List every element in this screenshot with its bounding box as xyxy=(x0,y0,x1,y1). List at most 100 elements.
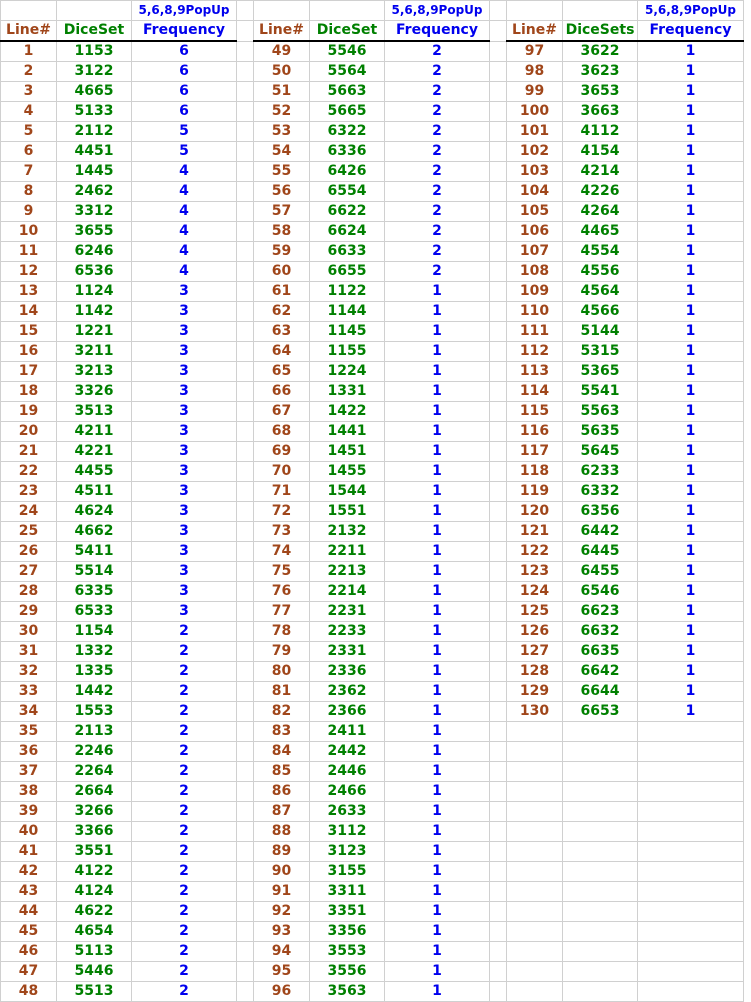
empty-cell[interactable] xyxy=(506,0,563,21)
line-number-cell[interactable]: 48 xyxy=(0,981,57,1002)
frequency-cell[interactable]: 1 xyxy=(384,701,490,722)
separator-cell[interactable] xyxy=(236,701,254,722)
frequency-cell[interactable]: 1 xyxy=(637,361,744,382)
line-number-cell[interactable]: 104 xyxy=(506,181,563,202)
empty-cell[interactable] xyxy=(506,761,563,782)
separator-cell[interactable] xyxy=(236,361,254,382)
dice-set-cell[interactable]: 3312 xyxy=(56,201,132,222)
line-number-cell[interactable]: 129 xyxy=(506,681,563,702)
dice-set-cell[interactable]: 4455 xyxy=(56,461,132,482)
empty-cell[interactable] xyxy=(637,901,744,922)
separator-cell[interactable] xyxy=(236,961,254,982)
column-header-freq[interactable]: Frequency xyxy=(131,20,237,42)
line-number-cell[interactable]: 62 xyxy=(253,301,310,322)
separator-cell[interactable] xyxy=(489,61,507,82)
line-number-cell[interactable]: 99 xyxy=(506,81,563,102)
empty-cell[interactable] xyxy=(562,921,638,942)
line-number-cell[interactable]: 121 xyxy=(506,521,563,542)
line-number-cell[interactable]: 74 xyxy=(253,541,310,562)
dice-set-cell[interactable]: 2366 xyxy=(309,701,385,722)
line-number-cell[interactable]: 117 xyxy=(506,441,563,462)
line-number-cell[interactable]: 41 xyxy=(0,841,57,862)
dice-set-cell[interactable]: 6653 xyxy=(562,701,638,722)
frequency-cell[interactable]: 2 xyxy=(131,701,237,722)
line-number-cell[interactable]: 58 xyxy=(253,221,310,242)
separator-cell[interactable] xyxy=(489,601,507,622)
line-number-cell[interactable]: 23 xyxy=(0,481,57,502)
frequency-cell[interactable]: 1 xyxy=(637,161,744,182)
frequency-cell[interactable]: 3 xyxy=(131,521,237,542)
frequency-cell[interactable]: 2 xyxy=(384,141,490,162)
empty-cell[interactable] xyxy=(562,821,638,842)
line-number-cell[interactable]: 57 xyxy=(253,201,310,222)
line-number-cell[interactable]: 68 xyxy=(253,421,310,442)
line-number-cell[interactable]: 101 xyxy=(506,121,563,142)
frequency-cell[interactable]: 2 xyxy=(131,641,237,662)
frequency-cell[interactable]: 1 xyxy=(384,441,490,462)
line-number-cell[interactable]: 91 xyxy=(253,881,310,902)
dice-set-cell[interactable]: 3122 xyxy=(56,61,132,82)
empty-cell[interactable] xyxy=(562,901,638,922)
frequency-cell[interactable]: 1 xyxy=(384,901,490,922)
line-number-cell[interactable]: 85 xyxy=(253,761,310,782)
frequency-cell[interactable]: 4 xyxy=(131,181,237,202)
dice-set-cell[interactable]: 6633 xyxy=(309,241,385,262)
frequency-cell[interactable]: 1 xyxy=(637,621,744,642)
dice-set-cell[interactable]: 4662 xyxy=(56,521,132,542)
frequency-cell[interactable]: 2 xyxy=(384,201,490,222)
line-number-cell[interactable]: 70 xyxy=(253,461,310,482)
separator-cell[interactable] xyxy=(489,341,507,362)
separator-cell[interactable] xyxy=(489,401,507,422)
separator-cell[interactable] xyxy=(489,40,507,62)
dice-set-cell[interactable]: 5133 xyxy=(56,101,132,122)
dice-set-cell[interactable]: 1422 xyxy=(309,401,385,422)
separator-cell[interactable] xyxy=(489,81,507,102)
dice-set-cell[interactable]: 2246 xyxy=(56,741,132,762)
line-number-cell[interactable]: 127 xyxy=(506,641,563,662)
line-number-cell[interactable]: 94 xyxy=(253,941,310,962)
separator-cell[interactable] xyxy=(236,501,254,522)
dice-set-cell[interactable]: 6442 xyxy=(562,521,638,542)
dice-set-cell[interactable]: 2233 xyxy=(309,621,385,642)
line-number-cell[interactable]: 75 xyxy=(253,561,310,582)
separator-cell[interactable] xyxy=(236,901,254,922)
separator-cell[interactable] xyxy=(236,641,254,662)
frequency-cell[interactable]: 1 xyxy=(637,141,744,162)
line-number-cell[interactable]: 26 xyxy=(0,541,57,562)
frequency-cell[interactable]: 2 xyxy=(384,101,490,122)
dice-set-cell[interactable]: 1544 xyxy=(309,481,385,502)
line-number-cell[interactable]: 67 xyxy=(253,401,310,422)
frequency-cell[interactable]: 1 xyxy=(384,981,490,1002)
separator-cell[interactable] xyxy=(489,761,507,782)
dice-set-cell[interactable]: 4465 xyxy=(562,221,638,242)
dice-set-cell[interactable]: 1445 xyxy=(56,161,132,182)
separator-cell[interactable] xyxy=(489,381,507,402)
dice-set-cell[interactable]: 2213 xyxy=(309,561,385,582)
line-number-cell[interactable]: 66 xyxy=(253,381,310,402)
line-number-cell[interactable]: 73 xyxy=(253,521,310,542)
line-number-cell[interactable]: 98 xyxy=(506,61,563,82)
separator-cell[interactable] xyxy=(236,461,254,482)
frequency-cell[interactable]: 1 xyxy=(637,521,744,542)
dice-set-cell[interactable]: 6623 xyxy=(562,601,638,622)
frequency-cell[interactable]: 5 xyxy=(131,121,237,142)
separator-cell[interactable] xyxy=(489,801,507,822)
frequency-cell[interactable]: 1 xyxy=(637,601,744,622)
separator-cell[interactable] xyxy=(236,661,254,682)
separator-cell[interactable] xyxy=(489,641,507,662)
empty-cell[interactable] xyxy=(637,821,744,842)
frequency-cell[interactable]: 1 xyxy=(384,341,490,362)
line-number-cell[interactable]: 93 xyxy=(253,921,310,942)
line-number-cell[interactable]: 37 xyxy=(0,761,57,782)
dice-set-cell[interactable]: 2331 xyxy=(309,641,385,662)
frequency-cell[interactable]: 1 xyxy=(637,641,744,662)
dice-set-cell[interactable]: 1154 xyxy=(56,621,132,642)
dice-set-cell[interactable]: 4622 xyxy=(56,901,132,922)
separator-cell[interactable] xyxy=(236,401,254,422)
line-number-cell[interactable]: 115 xyxy=(506,401,563,422)
frequency-cell[interactable]: 1 xyxy=(384,481,490,502)
frequency-cell[interactable]: 1 xyxy=(384,421,490,442)
separator-cell[interactable] xyxy=(489,141,507,162)
line-number-cell[interactable]: 46 xyxy=(0,941,57,962)
dice-set-cell[interactable]: 4124 xyxy=(56,881,132,902)
